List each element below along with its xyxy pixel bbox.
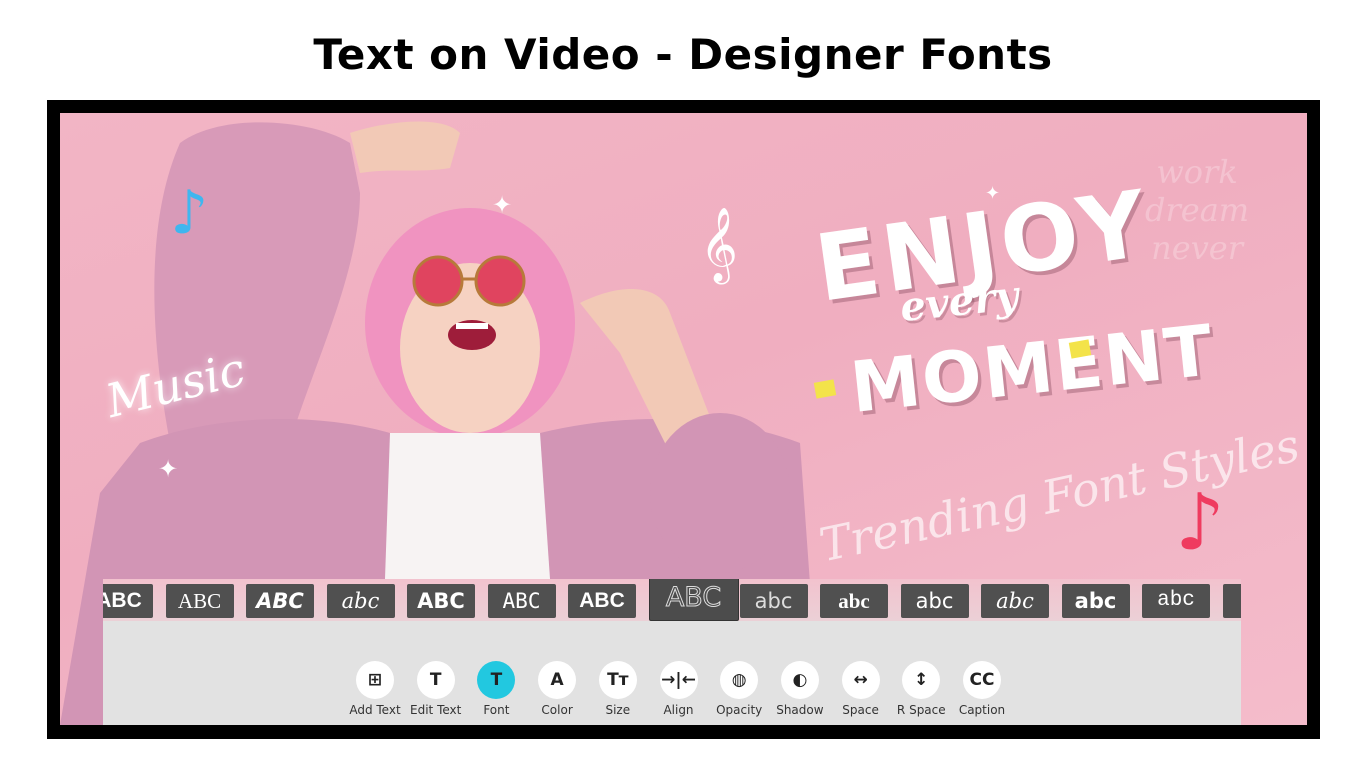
font-sample-tile[interactable]: ABC <box>103 584 153 618</box>
watermark-quote: work dream never <box>1145 153 1249 267</box>
tool-label: Align <box>663 703 694 717</box>
font-sample-tile[interactable]: abc <box>981 584 1049 618</box>
tool-align-button[interactable]: →|← Align <box>647 661 711 719</box>
space-icon: ↔ <box>841 661 880 699</box>
font-sample-tile[interactable]: ABC <box>407 584 475 618</box>
row-space-icon: ↕ <box>902 661 941 699</box>
tool-shadow-button[interactable]: ◐ Shadow <box>768 661 832 719</box>
accent-shape <box>813 379 837 399</box>
tool-label: Space <box>842 703 879 717</box>
font-sample-tile[interactable]: ABC <box>165 584 234 618</box>
shadow-icon: ◐ <box>780 661 819 699</box>
quote-line: work <box>1156 153 1238 191</box>
font-sample-tile[interactable]: ABC <box>487 584 556 618</box>
tool-label: Shadow <box>776 703 824 717</box>
tool-r-space-button[interactable]: ↕ R Space <box>889 661 953 719</box>
music-note-icon: ♪ <box>1175 478 1225 568</box>
accent-shape <box>1068 339 1092 359</box>
caption-icon: CC <box>963 661 1001 699</box>
quote-line: dream <box>1145 191 1250 229</box>
tool-label: Font <box>483 703 510 717</box>
quote-line: never <box>1151 229 1243 267</box>
tool-add-text-button[interactable]: ⊞ Add Text <box>343 661 407 719</box>
add-text-icon: ⊞ <box>356 661 394 699</box>
tool-size-button[interactable]: Tт Size <box>586 661 650 719</box>
sparkle-icon: ✦ <box>492 191 513 219</box>
font-sample-tile[interactable]: abc <box>820 584 888 618</box>
font-sample-tile[interactable]: ABC <box>246 584 314 618</box>
tool-label: Add Text <box>349 703 401 717</box>
tool-edit-text-button[interactable]: T Edit Text <box>404 661 468 719</box>
video-frame: work dream never ENJOY every MOMENT Tren… <box>47 100 1320 739</box>
font-sample-tile[interactable]: ABC <box>648 579 739 621</box>
edit-text-icon: T <box>416 661 455 699</box>
font-picker-strip[interactable]: ABC ABC ABC abc ABC ABC ABC ABC abc abc abc abc abc a… <box>103 579 1241 621</box>
font-sample-tile[interactable]: ABC <box>568 584 636 618</box>
tool-label: Color <box>541 703 573 717</box>
font-icon: T <box>477 661 516 699</box>
tool-color-button[interactable]: A Color <box>525 661 589 719</box>
tool-label: Size <box>605 703 631 717</box>
font-sample-tile[interactable]: abc <box>326 584 395 618</box>
tool-caption-button[interactable]: CC Caption <box>950 661 1014 719</box>
music-note-icon: ♪ <box>170 178 209 248</box>
font-sample-tile[interactable]: a <box>1222 584 1241 618</box>
font-sample-tile[interactable]: abc <box>1061 584 1130 618</box>
sparkle-icon: ✦ <box>985 183 1001 204</box>
color-icon: A <box>538 661 577 699</box>
opacity-icon: ◍ <box>720 661 759 699</box>
text-toolbar: ⊞ Add Text T Edit Text T Font A Color Tт Size →|← A… <box>343 661 1043 721</box>
tool-font-button[interactable]: T Font <box>464 661 528 719</box>
font-sample-tile[interactable]: abc <box>900 584 969 618</box>
trending-text-overlay[interactable]: Trending Font Styles <box>815 418 1304 572</box>
font-sample-tile[interactable]: abc <box>739 584 808 618</box>
video-canvas[interactable]: work dream never ENJOY every MOMENT Tren… <box>60 113 1307 725</box>
tool-opacity-button[interactable]: ◍ Opacity <box>707 661 771 719</box>
treble-clef-icon: 𝄞 <box>700 208 738 282</box>
tool-label: Caption <box>958 703 1006 717</box>
tool-label: Opacity <box>716 703 763 717</box>
tool-label: Edit Text <box>410 703 462 717</box>
tool-space-button[interactable]: ↔ Space <box>829 661 893 719</box>
sparkle-icon: ✦ <box>158 455 179 483</box>
tool-label: R Space <box>896 703 946 717</box>
font-sample-tile[interactable]: abc <box>1142 584 1210 618</box>
align-icon: →|← <box>659 661 698 699</box>
page-headline: Text on Video - Designer Fonts <box>313 30 1053 79</box>
size-icon: Tт <box>598 661 637 699</box>
editor-panel: ABC ABC ABC abc ABC ABC ABC ABC abc abc abc abc abc a… <box>103 579 1241 725</box>
